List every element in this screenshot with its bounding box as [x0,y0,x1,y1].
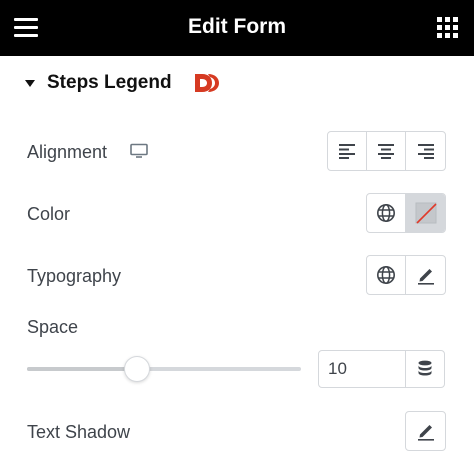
database-icon [418,360,432,376]
color-swatch-button[interactable] [406,194,445,232]
global-typography-button[interactable] [367,256,406,294]
text-shadow-button-group [405,411,446,451]
align-center-button[interactable] [367,132,406,170]
space-slider[interactable] [27,356,301,382]
space-value-input[interactable] [318,350,406,388]
edit-text-shadow-button[interactable] [406,412,445,450]
color-button-group [366,193,446,233]
text-shadow-label: Text Shadow [27,422,131,442]
color-label: Color [27,204,71,224]
globe-icon [377,266,395,284]
align-right-icon [417,144,434,159]
space-slider-handle[interactable] [123,356,150,382]
edit-typography-button[interactable] [406,256,445,294]
dynamic-tag-logo-icon [194,74,219,92]
space-label: Space [27,317,79,337]
desktop-icon[interactable] [130,143,148,159]
typography-label: Typography [27,266,122,286]
no-color-swatch-icon [415,202,437,224]
typography-button-group [366,255,446,295]
align-center-icon [378,144,394,159]
align-right-button[interactable] [406,132,445,170]
globe-icon [377,204,395,222]
global-color-button[interactable] [367,194,406,232]
caret-down-icon [25,79,35,87]
grid-apps-icon[interactable] [436,16,460,40]
header-bar: Edit Form [0,0,474,56]
space-unit-button[interactable] [405,350,445,388]
pencil-icon [417,269,434,285]
section-toggle[interactable]: Steps Legend [25,70,220,96]
align-left-button[interactable] [328,132,367,170]
space-slider-fill [27,367,137,371]
section-title: Steps Legend [47,72,172,93]
alignment-button-group [327,131,446,171]
page-title: Edit Form [188,15,286,38]
alignment-label: Alignment [27,142,108,162]
pencil-icon [417,425,434,441]
align-left-icon [339,144,355,159]
